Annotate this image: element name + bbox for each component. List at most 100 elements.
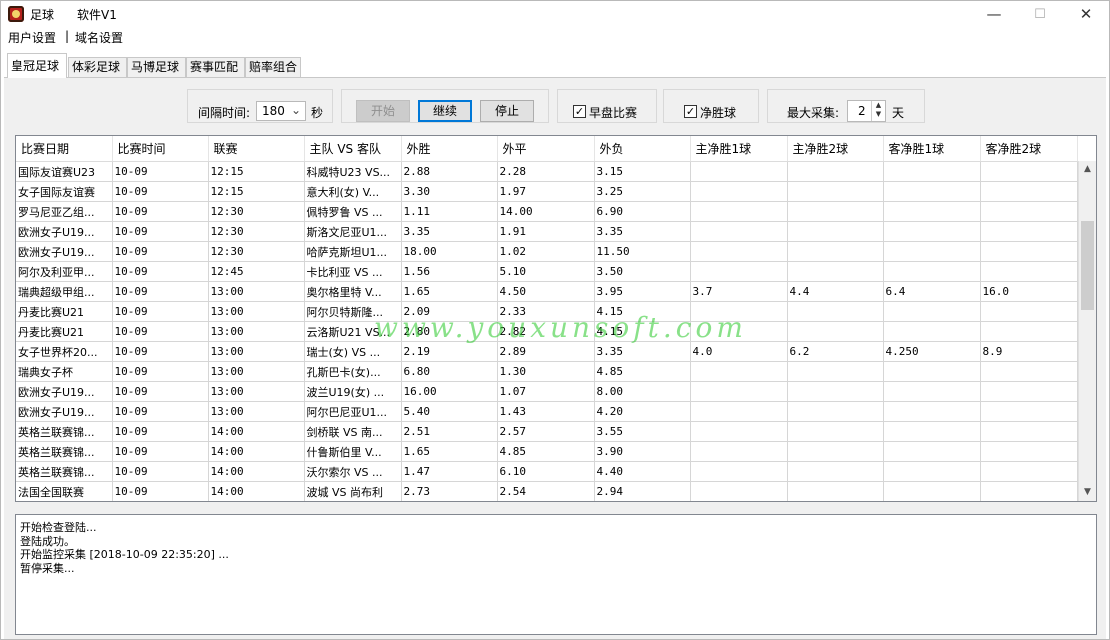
table-row[interactable]: 国际友谊赛U23 10-09 12:15 科威特U23 VS... 2.88 2.28 3.…	[16, 161, 1078, 182]
tab-mabo-football[interactable]: 马博足球	[127, 57, 186, 77]
tab-strip-divider	[4, 77, 1106, 78]
start-button[interactable]: 开始	[356, 100, 410, 122]
table-cell: 瑞士(女) VS ...	[304, 341, 402, 362]
stop-button[interactable]: 停止	[480, 100, 534, 122]
table-cell: 卡比利亚 VS ...	[304, 261, 402, 282]
table-cell: 8.9	[980, 341, 1078, 362]
max-collect-label: 最大采集:	[787, 106, 840, 120]
table-cell: 1.02	[497, 241, 595, 262]
stepper-arrows-icon[interactable]: ▲ ▼	[871, 101, 885, 121]
table-header: 比赛日期 比赛时间 联赛 主队 VS 客队 外胜 外平 外负 主净胜1球 主净胜…	[16, 136, 1078, 162]
table-cell	[980, 201, 1078, 222]
table-cell	[787, 221, 884, 242]
table-cell: 波兰U19(女) ...	[304, 381, 402, 402]
table-cell: 罗马尼亚乙组...	[16, 201, 113, 222]
table-cell: 10-09	[112, 201, 209, 222]
column-header-match-time[interactable]: 比赛时间	[112, 136, 209, 162]
max-collect-value: 2	[858, 104, 866, 118]
column-header-away-draw[interactable]: 外平	[497, 136, 595, 162]
table-cell: 4.40	[594, 461, 691, 482]
table-cell: 3.50	[594, 261, 691, 282]
menu-user-settings[interactable]: 用户设置	[8, 29, 56, 46]
log-output[interactable]: 开始检查登陆... 登陆成功。 开始监控采集 [2018-10-09 22:35:2…	[15, 514, 1097, 635]
column-header-league[interactable]: 联赛	[208, 136, 305, 162]
tab-odds-combination[interactable]: 赔率组合	[245, 57, 301, 77]
table-cell: 5.40	[401, 401, 498, 422]
table-row[interactable]: 欧洲女子U19... 10-09 12:30 斯洛文尼亚U1... 3.35 1.91 3.…	[16, 221, 1078, 242]
continue-button[interactable]: 继续	[418, 100, 472, 122]
table-cell	[690, 261, 788, 282]
minimize-button[interactable]: —	[971, 1, 1017, 27]
table-scrollbar[interactable]: ▲ ▼	[1078, 161, 1096, 501]
log-line: 开始检查登陆...	[20, 521, 97, 534]
column-header-home-net-2[interactable]: 主净胜2球	[787, 136, 884, 162]
column-header-away-net-2[interactable]: 客净胜2球	[980, 136, 1078, 162]
window-version-title: 软件V1	[77, 8, 117, 22]
maximize-button[interactable]: ☐	[1017, 1, 1063, 27]
scroll-down-icon[interactable]: ▼	[1079, 484, 1096, 501]
table-row[interactable]: 欧洲女子U19... 10-09 12:30 哈萨克斯坦U1... 18.00 1.02 1…	[16, 241, 1078, 262]
close-button[interactable]: ✕	[1063, 1, 1109, 27]
menu-domain-settings[interactable]: 域名设置	[75, 29, 123, 46]
table-cell: 6.90	[594, 201, 691, 222]
column-header-match-date[interactable]: 比赛日期	[16, 136, 113, 162]
table-cell: 丹麦比赛U21	[16, 321, 113, 342]
table-cell: 13:00	[208, 281, 305, 302]
tab-match-pairing[interactable]: 赛事匹配	[186, 57, 245, 77]
table-cell: 科威特U23 VS...	[304, 161, 402, 182]
log-line: 开始监控采集 [2018-10-09 22:35:20] ...	[20, 548, 229, 561]
scrollbar-thumb[interactable]	[1081, 221, 1094, 310]
table-cell: 什鲁斯伯里 V...	[304, 441, 402, 462]
table-cell: 5.10	[497, 261, 595, 282]
table-cell	[690, 441, 788, 462]
log-line: 登陆成功。	[20, 534, 75, 548]
table-row[interactable]: 瑞典超级甲组... 10-09 13:00 奥尔格里特 V... 1.65 4.50 3.9…	[16, 281, 1078, 302]
column-header-home-net-1[interactable]: 主净胜1球	[690, 136, 788, 162]
table-row[interactable]: 欧洲女子U19... 10-09 13:00 波兰U19(女) ... 16.00 1.0…	[16, 381, 1078, 402]
table-cell: 10-09	[112, 321, 209, 342]
table-cell: 14.00	[497, 201, 595, 222]
table-row[interactable]: 女子国际友谊赛 10-09 12:15 意大利(女) V... 3.30 1.97 3.25	[16, 181, 1078, 202]
table-row[interactable]: 罗马尼亚乙组... 10-09 12:30 佩特罗鲁 VS ... 1.11 14.00 6…	[16, 201, 1078, 222]
menu-separator: |	[65, 29, 70, 43]
table-cell	[980, 401, 1078, 422]
table-cell: 10-09	[112, 421, 209, 442]
table-cell: 14:00	[208, 461, 305, 482]
table-cell: 3.95	[594, 281, 691, 302]
interval-select[interactable]: 180 ⌄	[256, 101, 306, 121]
table-row[interactable]: 阿尔及利亚甲... 10-09 12:45 卡比利亚 VS ... 1.56 5.10 3.…	[16, 261, 1078, 282]
early-match-checkbox[interactable]: ✓	[573, 105, 586, 118]
table-cell	[690, 421, 788, 442]
table-row[interactable]: 英格兰联赛锦... 10-09 14:00 剑桥联 VS 南... 2.51 2.57 3.…	[16, 421, 1078, 442]
table-row[interactable]: 英格兰联赛锦... 10-09 14:00 什鲁斯伯里 V... 1.65 4.85 3.9…	[16, 441, 1078, 462]
app-window: 足球 软件V1 — ☐ ✕ 用户设置 | 域名设置 皇冠足球 体彩足球 马博足球…	[0, 0, 1110, 640]
table-cell: 沃尔索尔 VS ...	[304, 461, 402, 482]
table-cell: 18.00	[401, 241, 498, 262]
tab-crown-football[interactable]: 皇冠足球	[7, 53, 67, 78]
scroll-up-icon[interactable]: ▲	[1079, 161, 1096, 178]
table-cell: 1.43	[497, 401, 595, 422]
table-cell	[980, 481, 1078, 501]
tab-lottery-football[interactable]: 体彩足球	[68, 57, 127, 77]
table-cell: 国际友谊赛U23	[16, 161, 113, 182]
column-header-away-win[interactable]: 外胜	[401, 136, 498, 162]
table-cell: 10-09	[112, 361, 209, 382]
table-cell: 4.85	[497, 441, 595, 462]
column-header-teams[interactable]: 主队 VS 客队	[304, 136, 402, 162]
net-win-checkbox[interactable]: ✓	[684, 105, 697, 118]
title-bar[interactable]: 足球 软件V1 — ☐ ✕	[1, 1, 1109, 27]
table-cell: 阿尔巴尼亚U1...	[304, 401, 402, 422]
table-cell	[980, 261, 1078, 282]
column-header-away-net-1[interactable]: 客净胜1球	[883, 136, 981, 162]
table-row[interactable]: 法国全国联赛 10-09 14:00 波城 VS 尚布利 2.73 2.54 2.94	[16, 481, 1078, 501]
table-row[interactable]: 欧洲女子U19... 10-09 13:00 阿尔巴尼亚U1... 5.40 1.43 4.…	[16, 401, 1078, 422]
table-row[interactable]: 瑞典女子杯 10-09 13:00 孔斯巴卡(女)... 6.80 1.30 4.85	[16, 361, 1078, 382]
max-collect-stepper[interactable]: 2 ▲ ▼	[847, 100, 886, 122]
column-header-away-lose[interactable]: 外负	[594, 136, 691, 162]
table-row[interactable]: 英格兰联赛锦... 10-09 14:00 沃尔索尔 VS ... 1.47 6.10 4.…	[16, 461, 1078, 482]
table-cell: 4.85	[594, 361, 691, 382]
table-cell: 11.50	[594, 241, 691, 262]
table-cell: 6.2	[787, 341, 884, 362]
table-cell	[787, 441, 884, 462]
table-row[interactable]: 女子世界杯20... 10-09 13:00 瑞士(女) VS ... 2.19 2.89…	[16, 341, 1078, 362]
